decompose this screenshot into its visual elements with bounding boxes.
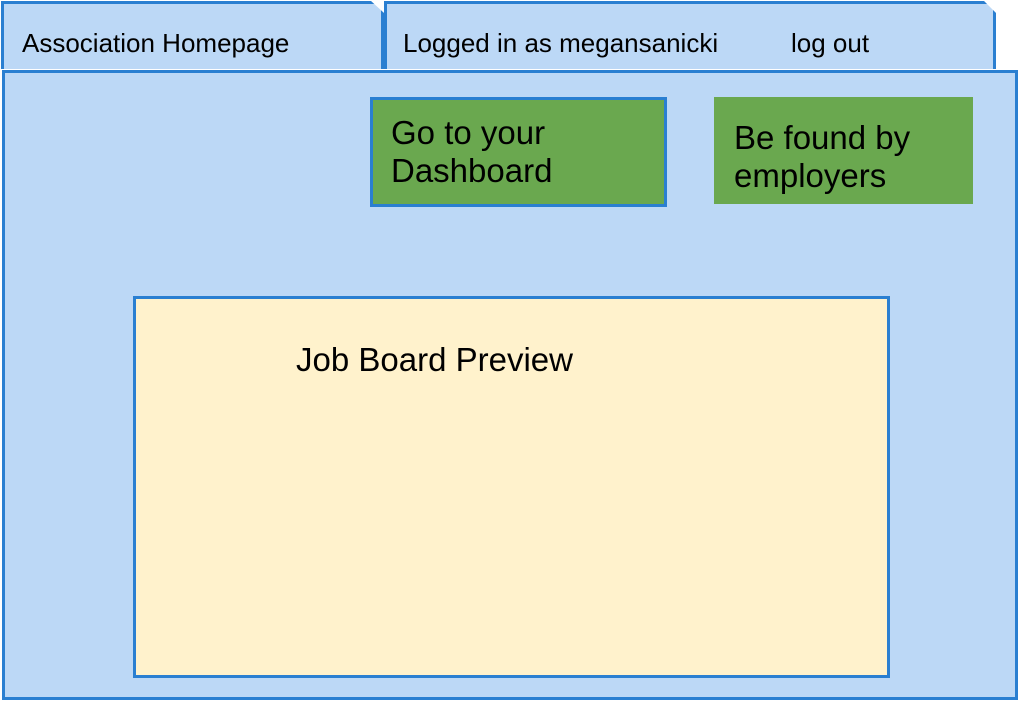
be-found-label-line2: employers xyxy=(734,157,887,194)
tab-user-session: Logged in as megansanicki log out xyxy=(384,1,996,69)
job-board-preview-title: Job Board Preview xyxy=(296,341,573,378)
go-to-dashboard-label-line1: Go to your xyxy=(391,114,546,151)
go-to-dashboard-label-line2: Dashboard xyxy=(391,152,553,189)
logout-link[interactable]: log out xyxy=(791,28,869,59)
go-to-dashboard-button[interactable]: Go to your Dashboard xyxy=(370,97,667,207)
logged-in-user-label: Logged in as megansanicki xyxy=(403,28,719,58)
tab-association-homepage[interactable]: Association Homepage xyxy=(1,1,384,69)
tab-association-homepage-label: Association Homepage xyxy=(22,28,290,58)
be-found-by-employers-button[interactable]: Be found by employers xyxy=(714,97,973,204)
be-found-label-line1: Be found by xyxy=(734,119,911,156)
job-board-preview[interactable]: Job Board Preview xyxy=(133,296,890,678)
